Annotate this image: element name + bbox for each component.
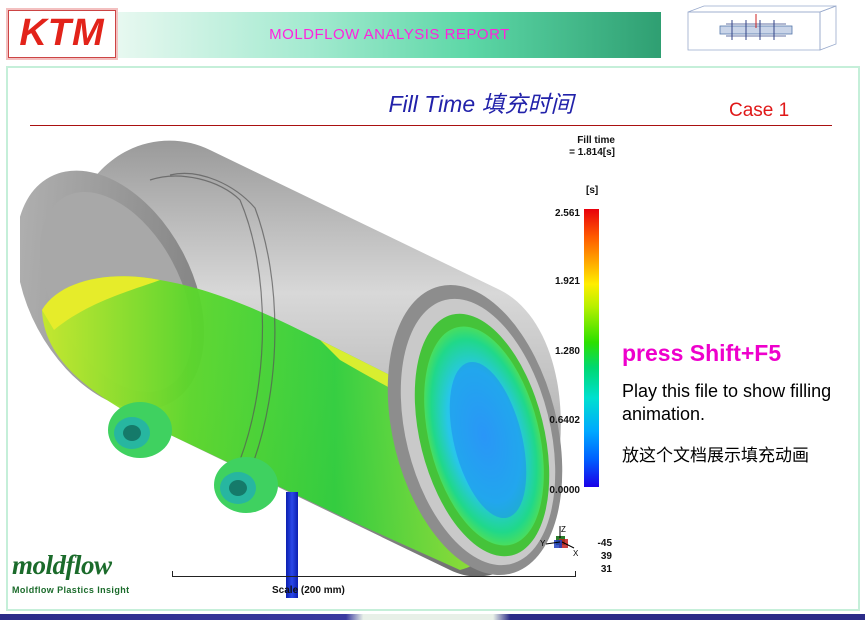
scale-label: Scale (200 mm) [272, 585, 345, 596]
legend-title: Fill time = 1.814[s] [540, 135, 615, 159]
legend-tick: 0.6402 [549, 415, 580, 426]
fill-time-model [20, 140, 563, 577]
axis-label: X [573, 549, 579, 558]
legend-unit: [s] [586, 185, 599, 196]
fill-time-legend: Fill time = 1.814[s] [s] 2.561 1.921 1.2… [540, 135, 630, 515]
play-instruction: Play this file to show filling animation… [622, 381, 832, 424]
view-angle: 39 [600, 551, 612, 562]
report-header: KTM MOLDFLOW ANALYSIS REPORT [0, 0, 865, 64]
hotkey-instruction: press Shift+F5 [622, 340, 782, 366]
chinese-instruction: 放这个文档展示填充动画 [622, 446, 809, 466]
legend-title-line1: Fill time [577, 135, 615, 146]
ktm-logo-text: KTM [19, 12, 105, 54]
view-angles: -45 39 31 [596, 537, 612, 576]
moldflow-logo-subtitle: Moldflow Plastics Insight [12, 585, 130, 595]
mold-thumbnail-icon [670, 4, 838, 58]
scale-bar [172, 576, 576, 577]
legend-tick: 1.280 [554, 346, 580, 357]
legend-tick: 2.561 [554, 208, 580, 219]
title-divider [30, 125, 832, 126]
view-angle: 31 [600, 564, 612, 575]
report-banner: MOLDFLOW ANALYSIS REPORT [118, 12, 661, 58]
runner-feed [286, 492, 298, 598]
legend-title-line2: = 1.814[s] [569, 147, 615, 158]
legend-tick: 0.0000 [549, 485, 580, 496]
axis-label: Y [540, 539, 546, 548]
axis-label: Z [561, 525, 566, 534]
scale-bar-cap [172, 571, 173, 577]
report-banner-title: MOLDFLOW ANALYSIS REPORT [269, 26, 510, 43]
case-label: Case 1 [729, 100, 790, 121]
moldflow-logo: moldflow Moldflow Plastics Insight [12, 550, 162, 598]
footer-strip [0, 614, 865, 620]
moldflow-logo-text: moldflow [12, 550, 112, 580]
scale-bar-cap [575, 571, 576, 577]
legend-tick: 1.921 [554, 276, 580, 287]
view-angle: -45 [597, 538, 612, 549]
ktm-logo: KTM [8, 10, 116, 58]
axis-triad-icon: Z Y X [540, 525, 579, 558]
legend-color-bar [584, 209, 599, 487]
